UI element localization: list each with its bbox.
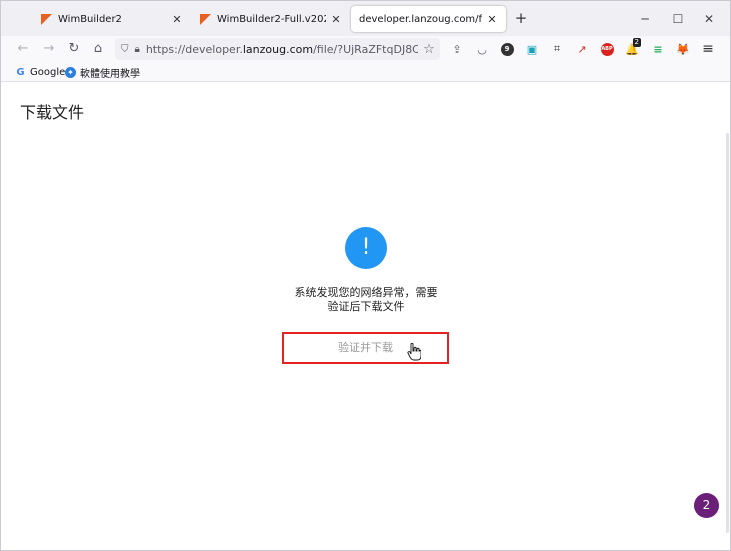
- close-window-button[interactable]: ✕: [699, 9, 719, 29]
- url-path: /file/?UjRaZFtqDJ8CCwY+: [313, 42, 418, 56]
- message-line: 验证后下载文件: [327, 300, 405, 313]
- hand-cursor-icon: [407, 343, 421, 361]
- bookmark-software-tutorial[interactable]: ✦ 軟體使用教學: [65, 65, 140, 80]
- bookmark-label: Google: [30, 66, 66, 78]
- message-line: 系统发现您的网络异常，需要: [294, 286, 438, 299]
- new-tab-button[interactable]: +: [512, 10, 530, 28]
- bookmarks-toolbar: G Google ✦ 軟體使用教學: [1, 62, 730, 82]
- alert-icon: !: [345, 227, 387, 269]
- navigation-bar: ← → ↻ ⌂ ⛉ 🔒︎ https://developer.lanzoug.c…: [1, 36, 730, 62]
- minimize-button[interactable]: ─: [635, 9, 655, 29]
- reload-button[interactable]: ↻: [64, 39, 84, 59]
- url-bar[interactable]: ⛉ 🔒︎ https://developer.lanzoug.com/file/…: [115, 38, 440, 60]
- bookmark-google[interactable]: G Google: [15, 65, 65, 79]
- tab-close-icon[interactable]: ✕: [171, 13, 183, 26]
- browser-window: WimBuilder2 ✕ WimBuilder2-Full.v2022-02-…: [0, 0, 731, 551]
- tab-wimbuilder2-full[interactable]: WimBuilder2-Full.v2022-02-0 ✕: [192, 6, 350, 32]
- app-menu-button[interactable]: ≡: [699, 40, 717, 58]
- google-icon: G: [16, 66, 25, 78]
- ext-circle-9-button[interactable]: 9: [498, 40, 516, 58]
- ext-feed-icon[interactable]: ≡: [649, 40, 667, 58]
- lock-icon[interactable]: 🔒︎: [135, 44, 140, 55]
- forward-button[interactable]: →: [39, 39, 59, 59]
- notification-badge: 2: [632, 38, 641, 47]
- tab-developer-lanzoug[interactable]: developer.lanzoug.com/file/?UjRa ✕: [351, 6, 506, 32]
- url-text[interactable]: https://developer.lanzoug.com/file/?UjRa…: [146, 43, 418, 56]
- tab-close-icon[interactable]: ✕: [486, 13, 498, 26]
- ext-circle-9-icon: 9: [500, 42, 514, 56]
- page-title: 下载文件: [20, 103, 85, 122]
- ext-fox-icon[interactable]: 🦊: [674, 40, 692, 58]
- bookmark-label: 軟體使用教學: [80, 68, 140, 80]
- bookmark-star-folder-icon: ✦: [65, 66, 76, 78]
- url-domain: lanzoug.com: [242, 42, 314, 56]
- ext-green-icon[interactable]: ▣: [523, 40, 541, 58]
- tab-title: developer.lanzoug.com/file/?UjRa: [359, 13, 482, 25]
- url-prefix: https://developer.: [145, 42, 243, 56]
- back-button[interactable]: ←: [13, 39, 33, 59]
- adblock-icon: ABP: [600, 42, 614, 56]
- shield-icon[interactable]: ⛉: [121, 44, 129, 55]
- pocket-icon[interactable]: ◡: [473, 40, 491, 58]
- tab-title: WimBuilder2-Full.v2022-02-0: [217, 13, 326, 25]
- tab-strip: WimBuilder2 ✕ WimBuilder2-Full.v2022-02-…: [1, 1, 730, 36]
- wimbuilder-favicon-icon: [200, 13, 211, 25]
- home-button[interactable]: ⌂: [88, 39, 108, 59]
- help-chat-bubble[interactable]: 2: [694, 493, 719, 518]
- vertical-scrollbar[interactable]: [726, 133, 729, 533]
- tab-title: WimBuilder2: [58, 13, 122, 25]
- bookmark-star-icon[interactable]: ☆: [418, 42, 440, 57]
- crop-icon[interactable]: ⌗: [548, 40, 566, 58]
- tab-close-icon[interactable]: ✕: [330, 13, 342, 26]
- adblock-button[interactable]: ABP: [598, 40, 616, 58]
- tab-wimbuilder2[interactable]: WimBuilder2 ✕: [33, 6, 191, 32]
- ext-notification-button[interactable]: 🔔 2: [623, 38, 641, 58]
- network-warning-message: 系统发现您的网络异常，需要 验证后下载文件: [266, 286, 466, 314]
- ext-upload-icon[interactable]: ⇪: [448, 40, 466, 58]
- maximize-button[interactable]: ☐: [668, 9, 688, 29]
- ext-red-arrow-icon[interactable]: ↗: [573, 40, 591, 58]
- wimbuilder-favicon-icon: [41, 13, 52, 25]
- verify-and-download-button[interactable]: 验证并下载: [282, 332, 449, 364]
- page-content: 下载文件 ! 系统发现您的网络异常，需要 验证后下载文件 验证并下载 2: [1, 83, 730, 550]
